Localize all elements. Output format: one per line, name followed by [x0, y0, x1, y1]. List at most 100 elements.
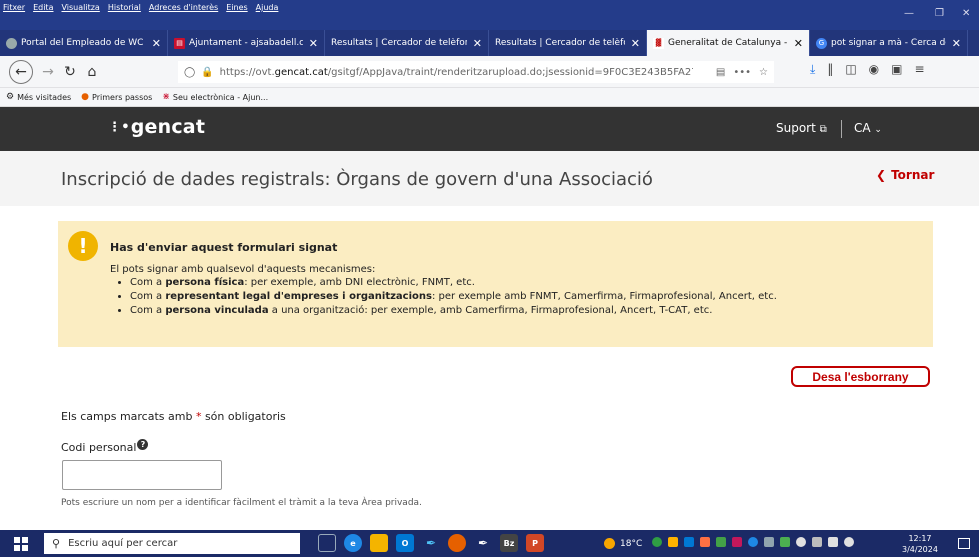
download-icon[interactable]: ⤓: [810, 62, 815, 77]
close-window-icon[interactable]: ✕: [962, 8, 970, 19]
account-icon[interactable]: ◉: [869, 62, 879, 77]
edge-icon[interactable]: e: [344, 534, 362, 552]
task-view-icon[interactable]: [318, 534, 336, 552]
page-actions-icon[interactable]: •••: [733, 67, 751, 78]
header-divider: [841, 120, 842, 138]
menu-edit[interactable]: Edita: [29, 3, 57, 12]
pen-icon[interactable]: ✒: [422, 534, 440, 552]
back-link[interactable]: ❮ Tornar: [876, 168, 934, 182]
list-item: Com a persona física: per exemple, amb D…: [130, 276, 777, 290]
url-path: /gsitgf/AppJava/traint/renderitzarupload…: [327, 66, 693, 78]
tab-label: Generalitat de Catalunya - C: [668, 38, 788, 48]
bookmark-seu-electronica[interactable]: ⋇ Seu electrònica - Ajun...: [162, 92, 268, 102]
powerpoint-icon[interactable]: P: [526, 534, 544, 552]
library-icon[interactable]: ‖: [827, 62, 833, 77]
pocket-icon[interactable]: ▣: [891, 62, 902, 77]
menu-bar: Fitxer Edita Visualitza Historial Adrece…: [0, 0, 979, 30]
google-icon: G: [816, 37, 827, 49]
volume-icon[interactable]: [844, 537, 854, 547]
close-icon[interactable]: ✕: [788, 37, 803, 50]
check-icon[interactable]: [780, 537, 790, 547]
firefox-taskbar-icon[interactable]: [448, 534, 466, 552]
notice-title: Has d'enviar aquest formulari signat: [110, 241, 338, 254]
menu-icon[interactable]: ≡: [914, 62, 924, 77]
back-arrow-icon[interactable]: ←: [9, 59, 33, 84]
signature-methods-list: Com a persona física: per exemple, amb D…: [130, 276, 777, 318]
gencat-logo[interactable]: ⋮•gencat: [108, 116, 205, 138]
taskbar-search-input[interactable]: ⚲ Escriu aquí per cercar: [44, 533, 300, 554]
url-bar[interactable]: ◯ 🔒 https://ovt. gencat.cat/gsitgf/AppJav…: [178, 61, 774, 83]
tray-app-icon[interactable]: [796, 537, 806, 547]
bookmark-label: Primers passos: [92, 92, 153, 102]
outlook-icon[interactable]: O: [396, 534, 414, 552]
maximize-icon[interactable]: ❐: [935, 8, 944, 19]
tab-portal-empleado[interactable]: Portal del Empleado de WC ✕: [0, 30, 168, 56]
save-draft-button[interactable]: Desa l'esborrany: [791, 366, 930, 387]
battery-icon[interactable]: [812, 537, 822, 547]
personal-code-input[interactable]: [62, 460, 222, 490]
menu-view[interactable]: Visualitza: [57, 3, 103, 12]
bookmark-first-steps[interactable]: ● Primers passos: [81, 92, 152, 102]
tray-app-icon[interactable]: [716, 537, 726, 547]
notifications-icon[interactable]: [958, 538, 970, 549]
tray-app-icon[interactable]: [700, 537, 710, 547]
bz-app-icon[interactable]: Bz: [500, 534, 518, 552]
tray-app-icon[interactable]: [668, 537, 678, 547]
bookmark-star-icon[interactable]: ☆: [759, 67, 768, 78]
sidebar-icon[interactable]: ◫: [845, 62, 856, 77]
help-icon[interactable]: ?: [137, 439, 149, 450]
clock[interactable]: 12:17 3/4/2024: [902, 533, 938, 555]
menu-bookmarks[interactable]: Adreces d'interès: [145, 3, 222, 12]
tab-cercador-1[interactable]: Resultats | Cercador de telèfons ✕: [325, 30, 489, 56]
menu-file[interactable]: Fitxer: [0, 3, 29, 12]
ajuntament-icon: ▤: [174, 37, 185, 49]
menu-tools[interactable]: Eines: [222, 3, 251, 12]
lock-icon[interactable]: 🔒: [201, 67, 213, 78]
tab-cercador-2[interactable]: Resultats | Cercador de telèfons ✕: [489, 30, 647, 56]
tray-app-icon[interactable]: [732, 537, 742, 547]
reader-view-icon[interactable]: ▤: [716, 67, 725, 78]
firefox-icon: ●: [81, 92, 90, 102]
bookmark-label: Més visitades: [17, 92, 72, 102]
sun-icon: [604, 538, 615, 549]
tab-ajuntament[interactable]: ▤ Ajuntament - ajsabadell.cat ✕: [168, 30, 325, 56]
language-selector[interactable]: CA ⌄: [854, 121, 882, 135]
close-icon[interactable]: ✕: [303, 37, 318, 50]
reload-icon[interactable]: ↻: [59, 61, 81, 83]
close-icon[interactable]: ✕: [467, 37, 482, 50]
home-icon[interactable]: ⌂: [81, 61, 103, 83]
weather-widget[interactable]: 18°C: [604, 538, 642, 549]
network-icon[interactable]: [828, 537, 838, 547]
tab-strip: Portal del Empleado de WC ✕ ▤ Ajuntament…: [0, 30, 979, 56]
file-explorer-icon[interactable]: [370, 534, 388, 552]
taskbar-apps: e O ✒ ✒ Bz P: [318, 534, 544, 552]
tray-app-icon[interactable]: [748, 537, 758, 547]
menu-help[interactable]: Ajuda: [252, 3, 283, 12]
tab-label: Resultats | Cercador de telèfons: [331, 38, 467, 48]
close-icon[interactable]: ✕: [146, 37, 161, 50]
tray-app-icon[interactable]: [764, 537, 774, 547]
support-link[interactable]: Suport ⧉: [776, 121, 827, 135]
forward-arrow-icon[interactable]: →: [37, 61, 59, 83]
tray-app-icon[interactable]: [684, 537, 694, 547]
tab-label: Resultats | Cercador de telèfons: [495, 38, 625, 48]
feather-icon[interactable]: ✒: [474, 534, 492, 552]
tab-generalitat[interactable]: ▓ Generalitat de Catalunya - C ✕: [647, 30, 810, 56]
personal-code-hint: Pots escriure un nom per a identificar f…: [61, 498, 422, 508]
close-icon[interactable]: ✕: [946, 37, 961, 50]
close-icon[interactable]: ✕: [625, 37, 640, 50]
notice-intro: El pots signar amb qualsevol d'aquests m…: [110, 264, 376, 275]
windows-taskbar: ⚲ Escriu aquí per cercar e O ✒ ✒ Bz P 18…: [0, 530, 979, 557]
chevron-left-icon: ❮: [876, 168, 887, 182]
search-icon: ⚲: [52, 537, 61, 550]
site-header: ⋮•gencat Suport ⧉ CA ⌄: [0, 107, 979, 151]
minimize-icon[interactable]: —: [904, 8, 914, 19]
windows-start-icon[interactable]: [14, 537, 28, 551]
tray-app-icon[interactable]: [652, 537, 662, 547]
personal-code-label: Codi personal?: [61, 439, 149, 454]
tab-google-search[interactable]: G pot signar a mà - Cerca de C ✕: [810, 30, 968, 56]
shield-icon[interactable]: ◯: [184, 67, 195, 78]
menu-history[interactable]: Historial: [104, 3, 145, 12]
bookmark-label: Seu electrònica - Ajun...: [172, 92, 269, 102]
bookmark-most-visited[interactable]: ⚙ Més visitades: [6, 92, 71, 102]
